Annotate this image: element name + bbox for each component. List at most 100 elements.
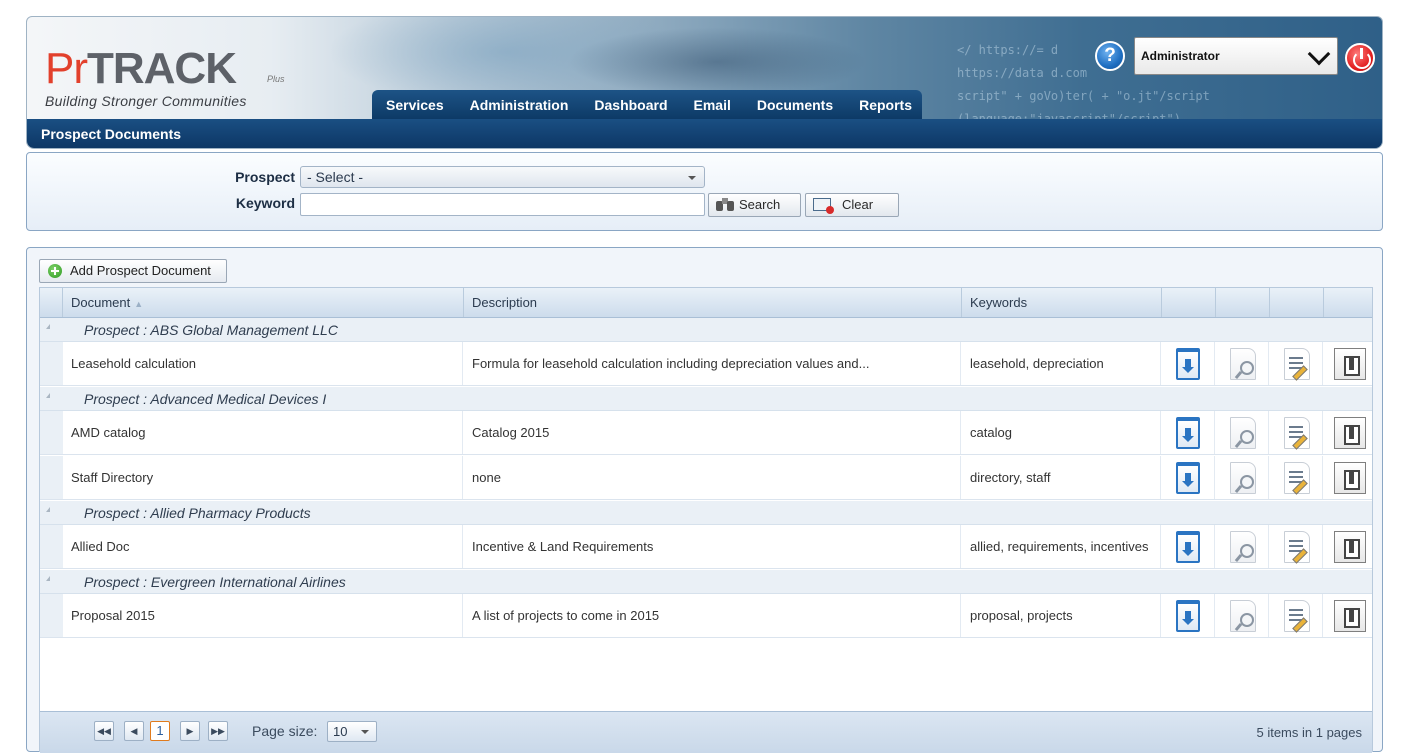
document-cell: Proposal 2015 xyxy=(63,594,463,637)
column-header-action xyxy=(1324,288,1374,317)
delete-icon[interactable] xyxy=(1334,417,1366,449)
group-column-header xyxy=(40,288,63,317)
nav-reports[interactable]: Reports xyxy=(859,97,912,113)
nav-administration[interactable]: Administration xyxy=(470,97,569,113)
prospect-select-value: - Select - xyxy=(307,169,364,185)
power-logout-icon[interactable] xyxy=(1345,43,1375,73)
user-role-select[interactable]: Administrator xyxy=(1134,37,1338,75)
preview-icon[interactable] xyxy=(1230,417,1256,449)
download-icon[interactable] xyxy=(1176,531,1200,563)
download-icon[interactable] xyxy=(1176,600,1200,632)
keywords-cell: catalog xyxy=(962,411,1161,454)
binoculars-icon xyxy=(716,198,734,212)
table-row: Proposal 2015 A list of projects to come… xyxy=(40,594,1372,638)
nav-email[interactable]: Email xyxy=(694,97,731,113)
pager-info: 5 items in 1 pages xyxy=(1256,725,1362,740)
column-header-action xyxy=(1216,288,1270,317)
keywords-cell: proposal, projects xyxy=(962,594,1161,637)
next-page-icon[interactable]: ▶ xyxy=(180,721,200,741)
prev-page-icon[interactable]: ◀ xyxy=(124,721,144,741)
grid-header: Document ▲ Description Keywords xyxy=(40,288,1372,318)
clear-filter-icon xyxy=(813,198,834,214)
collapse-group-icon[interactable] xyxy=(46,324,50,329)
keywords-cell: allied, requirements, incentives xyxy=(962,525,1161,568)
preview-icon[interactable] xyxy=(1230,348,1256,380)
grid-pager: ◀◀ ◀ 1 ▶ ▶▶ Page size: 10 5 items in 1 p… xyxy=(40,711,1372,753)
group-label: Prospect : Evergreen International Airli… xyxy=(84,574,346,590)
nav-documents[interactable]: Documents xyxy=(757,97,833,113)
delete-icon[interactable] xyxy=(1334,348,1366,380)
group-row: Prospect : Advanced Medical Devices I xyxy=(40,387,1372,411)
page-size-select[interactable]: 10 xyxy=(327,721,377,742)
document-cell: Allied Doc xyxy=(63,525,463,568)
header-background-art xyxy=(567,27,867,97)
documents-panel: Add Prospect Document Document ▲ Descript… xyxy=(26,247,1383,753)
delete-icon[interactable] xyxy=(1334,531,1366,563)
app-header: </ https://= d https://data d.com script… xyxy=(26,16,1383,149)
edit-icon[interactable] xyxy=(1284,348,1310,380)
keyword-input[interactable] xyxy=(300,193,705,216)
download-icon[interactable] xyxy=(1176,417,1200,449)
chevron-down-icon xyxy=(1307,42,1331,66)
table-row: Allied Doc Incentive & Land Requirements… xyxy=(40,525,1372,569)
description-cell: Formula for leasehold calculation includ… xyxy=(464,342,961,385)
keywords-cell: directory, staff xyxy=(962,456,1161,499)
preview-icon[interactable] xyxy=(1230,600,1256,632)
last-page-icon[interactable]: ▶▶ xyxy=(208,721,228,741)
table-row: Leasehold calculation Formula for leaseh… xyxy=(40,342,1372,386)
document-cell: AMD catalog xyxy=(63,411,463,454)
keywords-cell: leasehold, depreciation xyxy=(962,342,1161,385)
download-icon[interactable] xyxy=(1176,348,1200,380)
preview-icon[interactable] xyxy=(1230,462,1256,494)
description-cell: Incentive & Land Requirements xyxy=(464,525,961,568)
table-row: Staff Directory none directory, staff xyxy=(40,456,1372,500)
edit-icon[interactable] xyxy=(1284,417,1310,449)
group-label: Prospect : Advanced Medical Devices I xyxy=(84,391,327,407)
add-plus-icon xyxy=(48,264,62,278)
delete-icon[interactable] xyxy=(1334,462,1366,494)
search-button[interactable]: Search xyxy=(708,193,801,217)
collapse-group-icon[interactable] xyxy=(46,507,50,512)
group-label: Prospect : Allied Pharmacy Products xyxy=(84,505,311,521)
user-role-value: Administrator xyxy=(1141,49,1220,63)
group-label: Prospect : ABS Global Management LLC xyxy=(84,322,338,338)
description-cell: A list of projects to come in 2015 xyxy=(464,594,961,637)
logo-plus-label: Plus xyxy=(267,74,285,84)
search-panel: Prospect - Select - Keyword Search Clear xyxy=(26,152,1383,231)
current-page-button[interactable]: 1 xyxy=(150,721,170,741)
edit-icon[interactable] xyxy=(1284,531,1310,563)
dropdown-arrow-icon xyxy=(361,730,369,734)
nav-dashboard[interactable]: Dashboard xyxy=(594,97,667,113)
page-title: Prospect Documents xyxy=(27,119,1382,148)
edit-icon[interactable] xyxy=(1284,462,1310,494)
description-cell: Catalog 2015 xyxy=(464,411,961,454)
document-cell: Leasehold calculation xyxy=(63,342,463,385)
column-header-document[interactable]: Document ▲ xyxy=(63,288,464,317)
dropdown-arrow-icon xyxy=(688,176,696,180)
prospect-label: Prospect xyxy=(235,169,295,185)
group-row: Prospect : Evergreen International Airli… xyxy=(40,570,1372,594)
add-prospect-document-button[interactable]: Add Prospect Document xyxy=(39,259,227,283)
nav-services[interactable]: Services xyxy=(386,97,444,113)
column-header-action xyxy=(1270,288,1324,317)
column-header-keywords[interactable]: Keywords xyxy=(962,288,1162,317)
preview-icon[interactable] xyxy=(1230,531,1256,563)
first-page-icon[interactable]: ◀◀ xyxy=(94,721,114,741)
protrack-logo[interactable]: PrTRACK Plus Building Stronger Communiti… xyxy=(45,47,285,110)
column-header-action xyxy=(1162,288,1216,317)
edit-icon[interactable] xyxy=(1284,600,1310,632)
page-size-label: Page size: xyxy=(252,723,318,739)
logo-tagline: Building Stronger Communities xyxy=(45,93,247,109)
column-header-description[interactable]: Description xyxy=(464,288,962,317)
download-icon[interactable] xyxy=(1176,462,1200,494)
collapse-group-icon[interactable] xyxy=(46,393,50,398)
page-size-value: 10 xyxy=(333,724,348,739)
clear-button[interactable]: Clear xyxy=(805,193,899,217)
delete-icon[interactable] xyxy=(1334,600,1366,632)
help-icon[interactable]: ? xyxy=(1095,41,1125,71)
group-row: Prospect : ABS Global Management LLC xyxy=(40,318,1372,342)
keyword-label: Keyword xyxy=(235,195,295,211)
collapse-group-icon[interactable] xyxy=(46,576,50,581)
prospect-select[interactable]: - Select - xyxy=(300,166,705,188)
sort-asc-icon: ▲ xyxy=(134,299,144,309)
